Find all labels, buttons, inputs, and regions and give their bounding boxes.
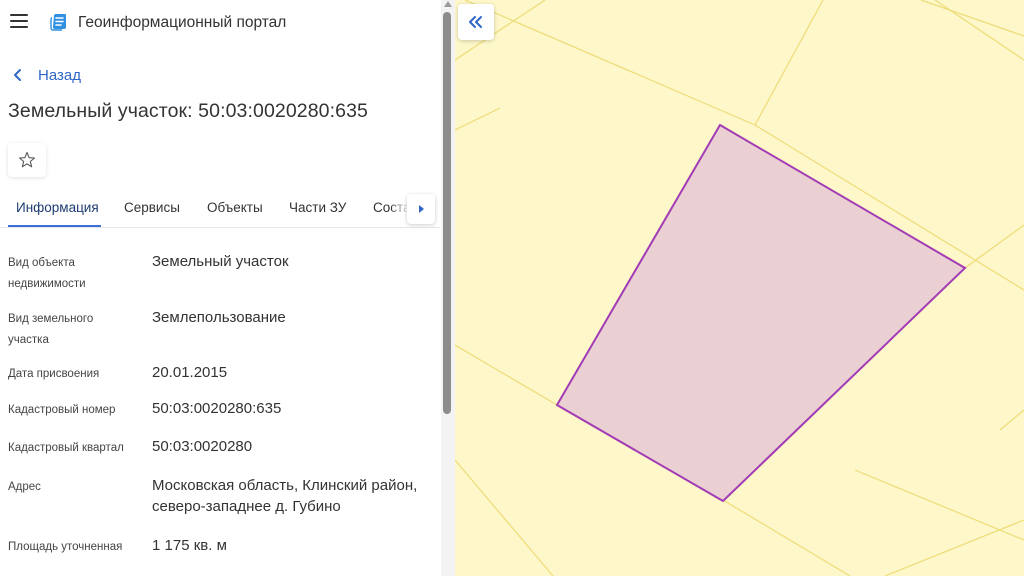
top-bar: Геоинформационный портал xyxy=(0,0,440,46)
info-value: Землепользование xyxy=(152,309,286,326)
info-row-cadastral-number: Кадастровый номер 50:03:0020280:635 xyxy=(0,398,440,422)
portal-logo-icon xyxy=(50,14,66,31)
map-view[interactable] xyxy=(455,0,1024,576)
boundary-line xyxy=(920,0,1024,37)
boundary-line xyxy=(722,499,851,576)
panel-scrollbar[interactable] xyxy=(441,0,455,576)
star-outline-icon xyxy=(18,151,36,168)
tab-bar: Информация Сервисы Объекты Части ЗУ Сост… xyxy=(0,190,440,228)
boundary-line xyxy=(964,224,1024,269)
info-row-address: Адрес Московская область, Клинский район… xyxy=(0,475,440,519)
info-label: Кадастровый квартал xyxy=(8,442,124,454)
boundary-line xyxy=(455,344,558,406)
info-value: Московская область, Клинский район, севе… xyxy=(152,477,418,515)
back-label: Назад xyxy=(38,66,81,84)
back-link[interactable]: Назад xyxy=(12,64,81,86)
caret-right-icon xyxy=(419,205,424,213)
portal-title: Геоинформационный портал xyxy=(78,14,287,31)
boundary-line xyxy=(754,0,824,126)
boundary-line xyxy=(854,469,1024,541)
boundary-line xyxy=(464,0,756,126)
boundary-line xyxy=(455,107,501,131)
map-canvas[interactable] xyxy=(455,0,1024,576)
info-value: Земельный участок xyxy=(152,253,289,270)
tabs-scroll-right-button[interactable] xyxy=(407,194,435,224)
info-label: Вид объекта недвижимости xyxy=(8,257,86,290)
active-tab-indicator xyxy=(8,225,101,227)
info-value: 50:03:0020280 xyxy=(152,438,253,455)
info-label: Адрес xyxy=(8,481,41,493)
page-title: Земельный участок: 50:03:0020280:635 xyxy=(8,100,368,122)
boundary-line xyxy=(884,519,1024,576)
tab-services[interactable]: Сервисы xyxy=(124,200,180,215)
scroll-up-arrow-icon[interactable] xyxy=(444,1,452,7)
info-row-land-type: Вид земельного участка Землепользование xyxy=(0,307,440,349)
tab-objects[interactable]: Объекты xyxy=(207,200,263,215)
info-row-cadastral-quarter: Кадастровый квартал 50:03:0020280 xyxy=(0,436,440,460)
tab-information[interactable]: Информация xyxy=(16,200,99,215)
collapse-panel-button[interactable] xyxy=(458,4,494,40)
info-row-assign-date: Дата присвоения 20.01.2015 xyxy=(0,362,440,386)
info-label: Дата присвоения xyxy=(8,368,100,380)
info-value: 20.01.2015 xyxy=(152,364,228,381)
selected-parcel[interactable] xyxy=(555,123,967,503)
hamburger-menu-icon[interactable] xyxy=(10,14,28,28)
tab-parts[interactable]: Части ЗУ xyxy=(289,200,346,215)
info-panel: Геоинформационный портал Назад Земельный… xyxy=(0,0,455,576)
boundary-line xyxy=(999,409,1024,431)
info-row-object-type: Вид объекта недвижимости Земельный участ… xyxy=(0,251,440,293)
scrollbar-thumb[interactable] xyxy=(443,12,451,414)
favorite-button[interactable] xyxy=(8,143,46,177)
info-label: Кадастровый номер xyxy=(8,404,116,416)
boundary-line xyxy=(455,459,554,576)
info-value: 50:03:0020280:635 xyxy=(152,400,282,417)
info-label: Площадь уточненная xyxy=(8,541,123,553)
double-chevron-left-icon xyxy=(469,16,482,28)
chevron-left-icon xyxy=(14,69,21,81)
info-value: 1 175 кв. м xyxy=(152,537,227,554)
info-row-area: Площадь уточненная 1 175 кв. м xyxy=(0,535,440,559)
info-label: Вид земельного участка xyxy=(8,313,94,346)
